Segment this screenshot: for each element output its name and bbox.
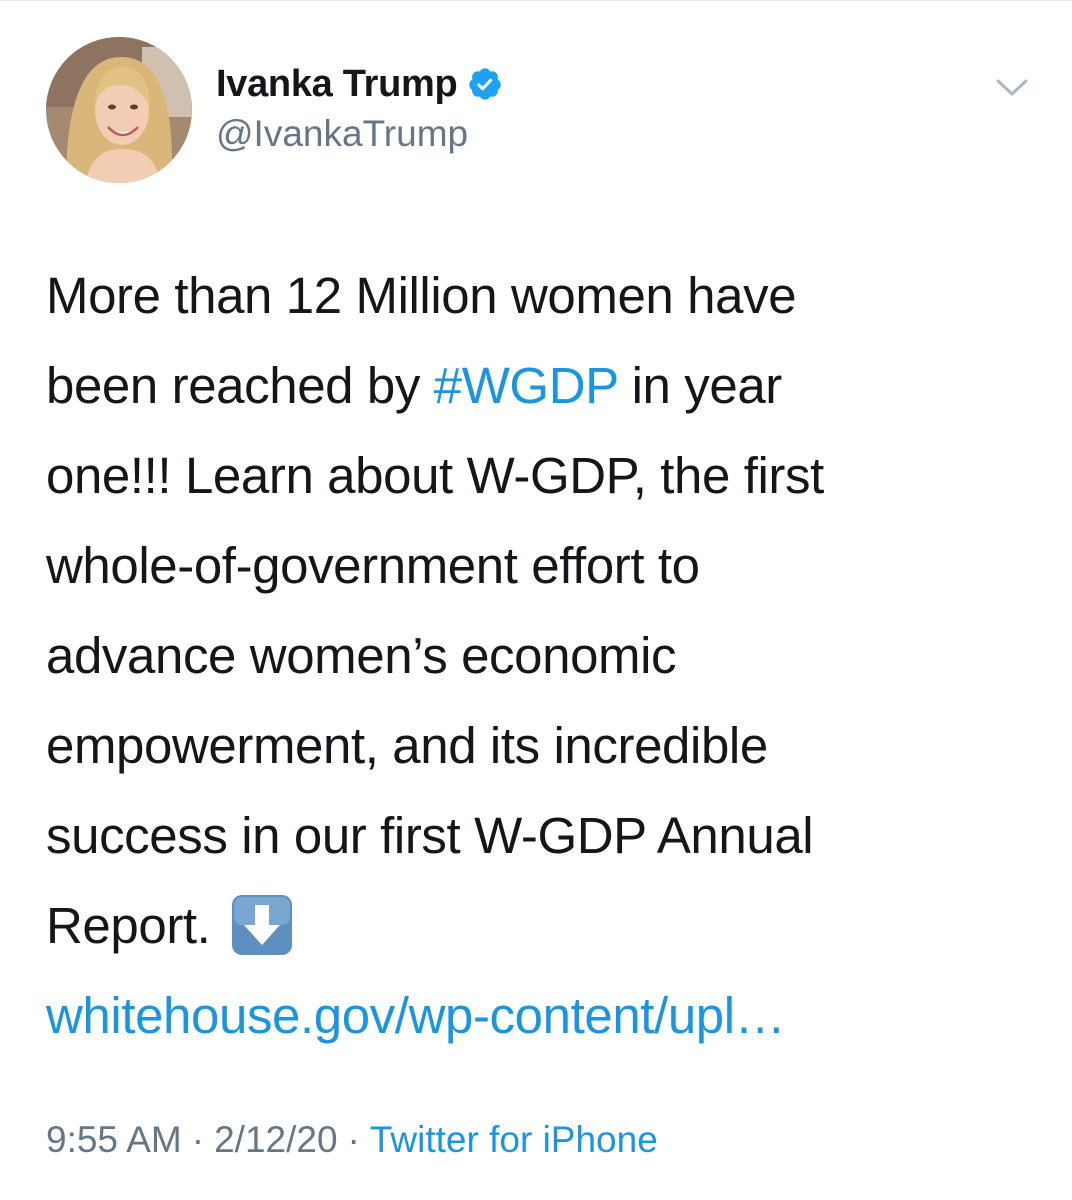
display-name[interactable]: Ivanka Trump <box>216 63 458 106</box>
author-row: Ivanka Trump <box>216 59 503 109</box>
timestamp-time[interactable]: 9:55 AM <box>46 1119 182 1160</box>
tweet-text-line: one!!! Learn about W-GDP, the first <box>46 447 824 504</box>
tweet-text-line: advance women’s economic <box>46 627 677 684</box>
timestamp-date[interactable]: 2/12/20 <box>214 1119 337 1160</box>
handle[interactable]: @IvankaTrump <box>216 113 468 155</box>
tweet-text-line: Report. <box>46 881 1006 971</box>
hashtag-link[interactable]: #WGDP <box>434 357 619 414</box>
verified-badge-icon <box>467 66 503 102</box>
tweet-meta: 9:55 AM · 2/12/20 · Twitter for iPhone <box>46 1119 658 1161</box>
text-segment: in year <box>617 357 783 414</box>
avatar[interactable] <box>46 37 192 183</box>
tweet-text-line: been reached by #WGDP in year <box>46 341 1006 431</box>
meta-separator: · <box>347 1119 360 1160</box>
down-arrow-emoji-icon <box>230 893 294 957</box>
chevron-down-icon[interactable] <box>992 71 1032 103</box>
url-link[interactable]: whitehouse.gov/wp-content/upl… <box>46 971 1006 1061</box>
avatar-photo <box>46 37 192 183</box>
text-segment: been reached by <box>46 357 434 414</box>
tweet-text-line: More than 12 Million women have <box>46 267 797 324</box>
tweet-card: Ivanka Trump @IvankaTrump More than 12 M… <box>0 0 1072 1200</box>
source-link[interactable]: Twitter for iPhone <box>370 1119 658 1160</box>
tweet-text: More than 12 Million women have been rea… <box>46 251 1006 1061</box>
text-segment: Report. <box>46 897 211 954</box>
meta-separator: · <box>191 1119 205 1160</box>
tweet-text-line: empowerment, and its incredible <box>46 717 768 774</box>
tweet-text-line: success in our first W-GDP Annual <box>46 807 814 864</box>
tweet-text-line: whole-of-government effort to <box>46 537 700 594</box>
